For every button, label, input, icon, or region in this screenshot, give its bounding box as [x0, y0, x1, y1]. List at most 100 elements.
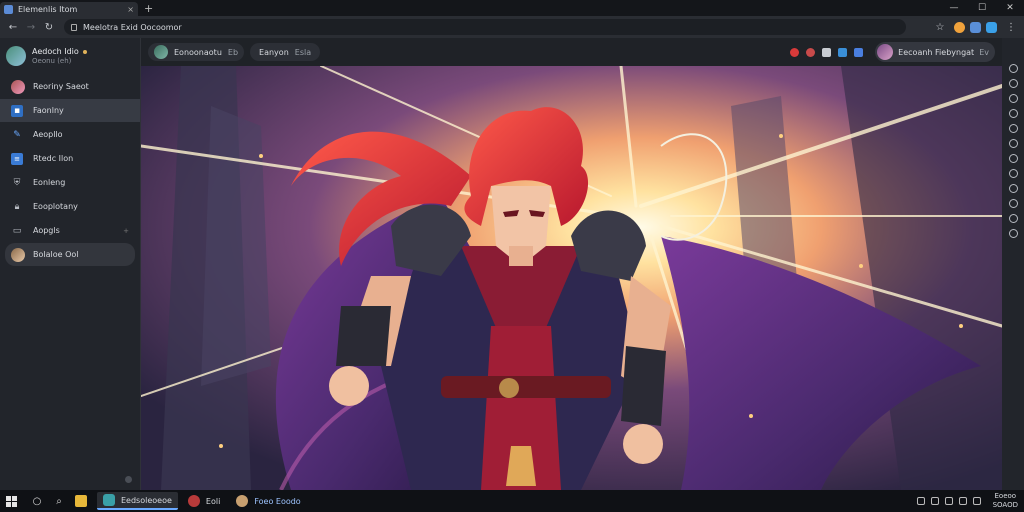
extension-cyan-icon[interactable]	[986, 21, 997, 33]
search-icon[interactable]: ⌕	[53, 495, 65, 507]
new-tab-button[interactable]: +	[144, 2, 153, 15]
tray-language-icon[interactable]	[972, 497, 981, 505]
tray-battery-icon[interactable]	[958, 497, 967, 505]
sidebar-item-6[interactable]: ▭ Aopgls +	[5, 219, 135, 242]
os-taskbar: ○ ⌕ Eedsoleoeoe Eoli Foeo Eoodo Eoeoo SO…	[0, 490, 1024, 512]
back-icon[interactable]: ←	[4, 22, 22, 33]
status-dot-icon	[82, 49, 87, 54]
taskbar-app-label: Eoli	[205, 496, 221, 506]
system-tray: Eoeoo SOAOD	[916, 492, 1018, 510]
user-pill[interactable]: Eecoanh Fiebyngat Ev	[875, 42, 995, 62]
clock-date: SOAOD	[992, 501, 1018, 509]
browser-tab[interactable]: Elemenlis Itom ×	[0, 2, 138, 16]
channel-name: Eonoonaotu	[174, 47, 222, 57]
reload-icon[interactable]: ↻	[40, 22, 58, 33]
sidebar-item-label: Reoriny Saeot	[33, 82, 89, 91]
window-icon: ▭	[12, 225, 22, 236]
rail-history-icon[interactable]	[1008, 94, 1018, 103]
rail-plus-icon[interactable]	[1008, 229, 1018, 238]
sidebar-item-7[interactable]: Bolaloe Ool	[5, 243, 135, 266]
share-icon[interactable]	[838, 47, 848, 57]
profile-name: Aedoch Idio	[32, 47, 79, 56]
tray-network-icon[interactable]	[930, 497, 939, 505]
close-window-button[interactable]: ✕	[996, 3, 1024, 13]
rail-pin-icon[interactable]	[1008, 79, 1018, 88]
maximize-button[interactable]: ☐	[968, 3, 996, 13]
alert-icon[interactable]	[790, 47, 800, 57]
taskbar-app-0[interactable]: Eedsoleoeoe	[97, 492, 178, 510]
pen-icon: ✎	[13, 129, 21, 140]
lock-icon	[71, 23, 77, 31]
secondary-tab[interactable]: Eanyon Esla	[250, 43, 321, 61]
sidebar-item-5[interactable]: 🔒︎ Eooplotany	[5, 195, 135, 218]
profile-status: Oeonu (eh)	[32, 57, 72, 65]
sidebar-item-label: Aeopllo	[33, 130, 63, 139]
tab-title: Elemenlis Itom	[18, 4, 78, 14]
taskbar-app-label: Foeo Eoodo	[254, 496, 301, 506]
tab-favicon-icon	[4, 4, 13, 14]
secondary-tab-label: Eanyon	[259, 47, 289, 57]
shield-icon: ⛨	[13, 177, 21, 188]
minimize-button[interactable]: —	[940, 3, 968, 13]
app-icon: ▪	[11, 104, 23, 117]
window-controls: — ☐ ✕	[940, 3, 1024, 13]
address-bar[interactable]: Meelotra Exid Oocoomor	[64, 19, 906, 35]
sidebar-item-label: Faonlny	[33, 106, 64, 115]
menu-kebab-icon[interactable]: ⋮	[1002, 22, 1020, 33]
chat-actions	[790, 47, 864, 57]
notification-icon[interactable]	[806, 47, 816, 57]
rail-settings-icon[interactable]	[1008, 139, 1018, 148]
user-name: Eecoanh Fiebyngat	[898, 47, 975, 57]
user-avatar	[877, 44, 894, 60]
sidebar-item-2[interactable]: ✎ Aeopllo	[5, 123, 135, 146]
rail-help-icon[interactable]	[1008, 214, 1018, 223]
sidebar-item-label: Rtedc Ilon	[33, 154, 74, 163]
clock[interactable]: Eoeoo SOAOD	[993, 492, 1018, 510]
sidebar-item-label: Eooplotany	[33, 202, 78, 211]
rail-calendar-icon[interactable]	[1008, 169, 1018, 178]
rail-info-icon[interactable]	[1008, 199, 1018, 208]
taskbar-app-2[interactable]: Foeo Eoodo	[230, 492, 306, 510]
tray-chevron-icon[interactable]	[916, 497, 925, 505]
tab-close-icon[interactable]: ×	[127, 5, 134, 14]
browser-toolbar: ← → ↻ Meelotra Exid Oocoomor ☆ ⋮	[0, 16, 1024, 38]
sidebar-item-3[interactable]: ≡ Rtedc Ilon	[5, 147, 135, 170]
app-icon	[103, 494, 115, 506]
rail-emoji-icon[interactable]	[1008, 124, 1018, 133]
rail-star-icon[interactable]	[1008, 184, 1018, 193]
forward-icon[interactable]: →	[22, 22, 40, 33]
toolbar-extensions: ☆ ⋮	[931, 21, 1020, 33]
profile-header[interactable]: Aedoch Idio Oeonu (eh)	[0, 38, 140, 74]
sidebar-item-0[interactable]: Reoriny Saeot	[5, 75, 135, 98]
sidebar-item-trail: +	[123, 226, 129, 235]
settings-icon[interactable]	[854, 47, 864, 57]
sidebar-item-label: Eonleng	[33, 178, 66, 187]
bookmark-icon[interactable]	[822, 47, 832, 57]
extension-orange-icon[interactable]	[954, 21, 965, 33]
sidebar-item-1[interactable]: ▪ Faonlny	[0, 99, 140, 122]
rail-grid-icon[interactable]	[1008, 154, 1018, 163]
rail-circle-icon[interactable]	[1008, 64, 1018, 73]
left-sidebar: Aedoch Idio Oeonu (eh) Reoriny Saeot ▪ F…	[0, 38, 141, 490]
sidebar-item-4[interactable]: ⛨ Eonleng	[5, 171, 135, 194]
user-suffix: Ev	[979, 47, 989, 57]
taskbar-app-label: Eedsoleoeoe	[121, 495, 172, 505]
folder-icon[interactable]	[75, 495, 87, 507]
app-icon	[236, 495, 249, 507]
right-rail	[1002, 38, 1024, 490]
app-icon	[187, 495, 200, 507]
sidebar-scroll-indicator[interactable]	[125, 476, 132, 483]
channel-count: Eb	[227, 47, 239, 57]
address-text: Meelotra Exid Oocoomor	[83, 22, 182, 32]
windows-start-icon[interactable]	[6, 495, 17, 507]
tray-volume-icon[interactable]	[944, 497, 953, 505]
secondary-tab-sub: Esla	[294, 47, 312, 57]
rail-bell-icon[interactable]	[1008, 109, 1018, 118]
taskbar-app-1[interactable]: Eoli	[182, 492, 226, 510]
channel-pill[interactable]: Eonoonaotu Eb	[148, 43, 245, 61]
document-icon: ≡	[11, 152, 23, 165]
lock-icon: 🔒︎	[14, 201, 20, 212]
circle-search-icon[interactable]: ○	[31, 495, 43, 507]
bookmark-star-icon[interactable]: ☆	[931, 22, 949, 33]
extension-blue-icon[interactable]	[970, 21, 981, 33]
